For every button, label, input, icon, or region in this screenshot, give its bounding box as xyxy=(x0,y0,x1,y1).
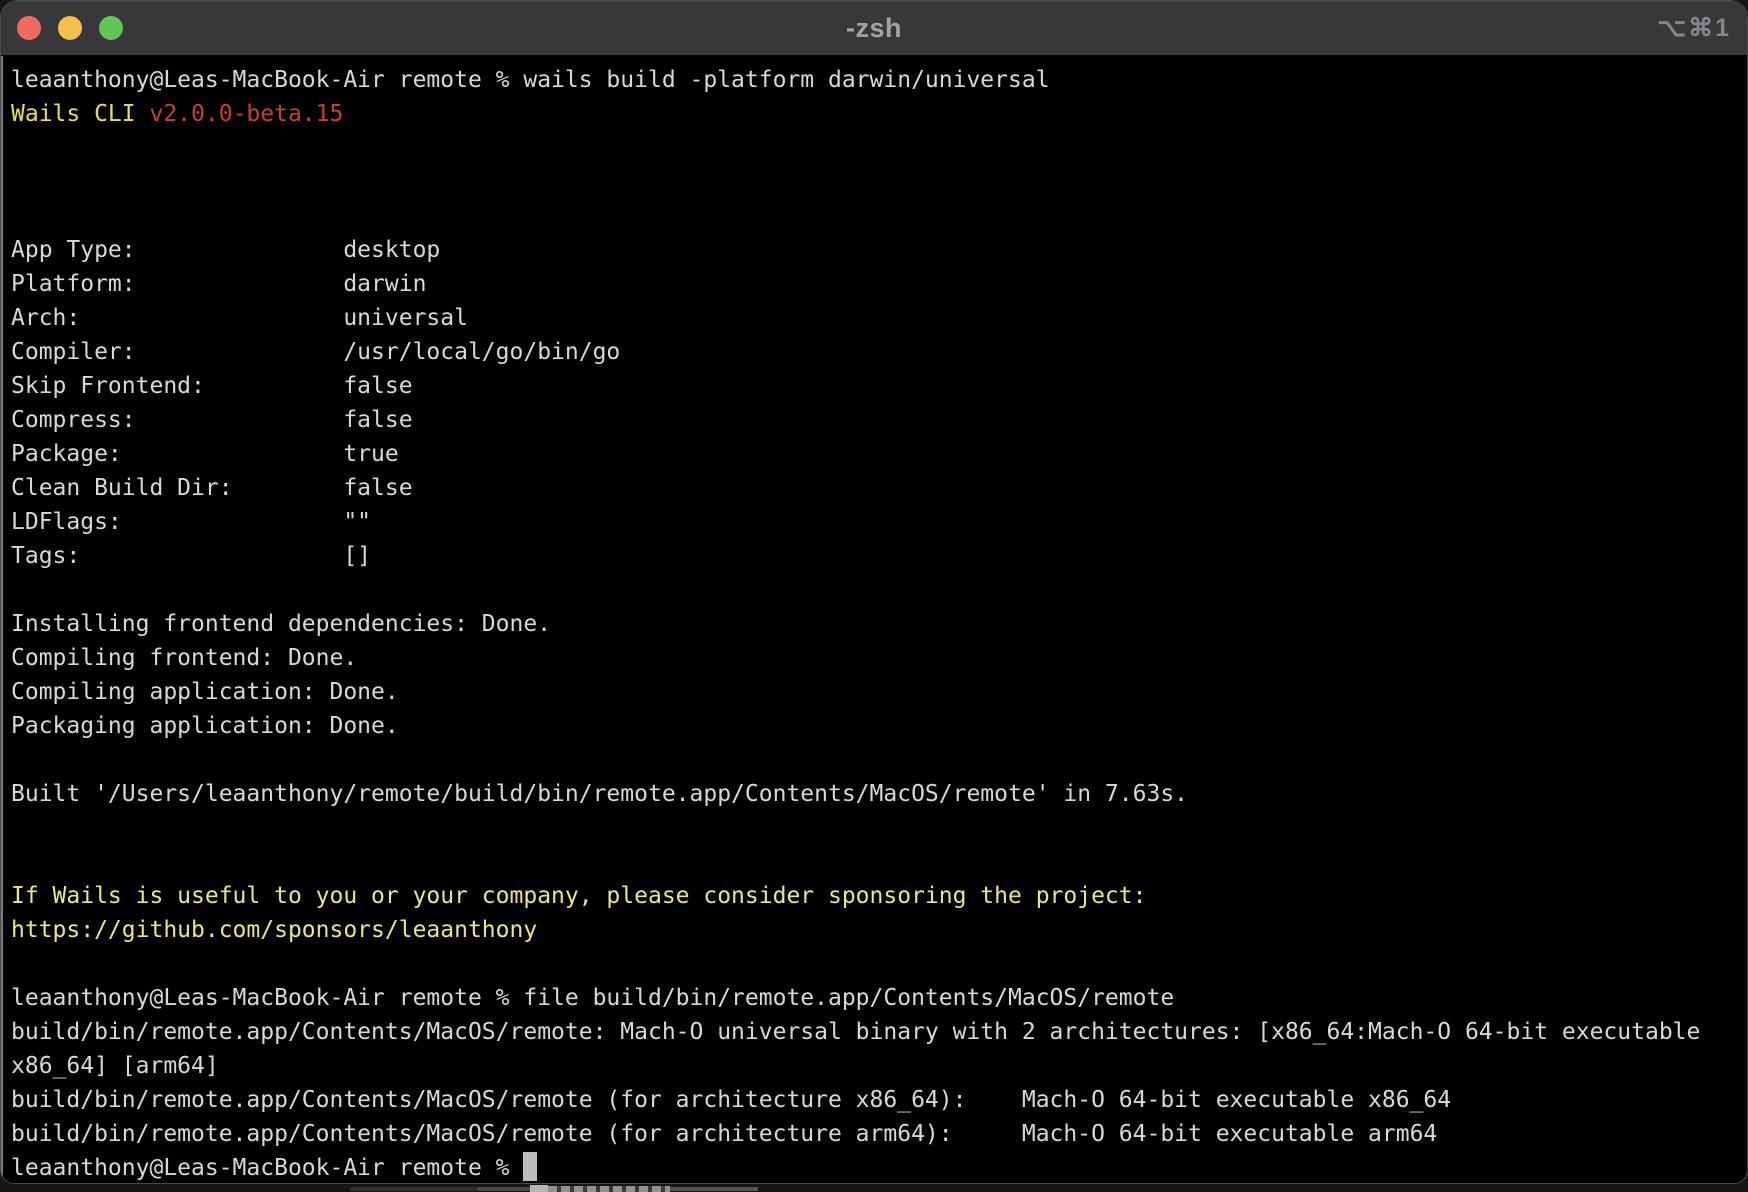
config-key: Tags: xyxy=(11,539,343,573)
close-button[interactable] xyxy=(17,16,41,40)
config-value: "" xyxy=(343,509,371,535)
terminal-line: build/bin/remote.app/Contents/MacOS/remo… xyxy=(11,1117,1741,1151)
terminal-line: Clean Build Dir:false xyxy=(11,471,1741,505)
background-window-fragment xyxy=(350,1187,478,1191)
config-key: Package: xyxy=(11,437,343,471)
config-value: universal xyxy=(343,305,468,331)
config-value: darwin xyxy=(343,271,426,297)
terminal-text: If Wails is useful to you or your compan… xyxy=(11,883,1146,909)
background-window-fragment xyxy=(530,1185,548,1192)
config-key: Compress: xyxy=(11,403,343,437)
config-value: false xyxy=(343,373,412,399)
terminal-line: Wails CLI v2.0.0-beta.15 xyxy=(11,97,1741,131)
terminal-text: leaanthony@Leas-MacBook-Air remote % xyxy=(11,1155,523,1181)
background-window-fragment xyxy=(478,1187,530,1191)
terminal-cursor xyxy=(523,1152,537,1181)
terminal-line: Skip Frontend:false xyxy=(11,369,1741,403)
terminal-line: build/bin/remote.app/Contents/MacOS/remo… xyxy=(11,1083,1741,1117)
terminal-content[interactable]: leaanthony@Leas-MacBook-Air remote % wai… xyxy=(1,56,1747,1184)
terminal-line: leaanthony@Leas-MacBook-Air remote % wai… xyxy=(11,63,1741,97)
sponsor-message-line: If Wails is useful to you or your compan… xyxy=(11,879,1741,913)
sponsor-url-line: https://github.com/sponsors/leaanthony xyxy=(11,913,1741,947)
terminal-line xyxy=(11,199,1741,233)
terminal-line xyxy=(11,131,1741,165)
config-key: Skip Frontend: xyxy=(11,369,343,403)
window-shortcut-badge: ⌥⌘1 xyxy=(1657,13,1731,43)
window-titlebar[interactable]: -zsh ⌥⌘1 xyxy=(1,1,1747,56)
terminal-line: Package:true xyxy=(11,437,1741,471)
terminal-line: Compiler:/usr/local/go/bin/go xyxy=(11,335,1741,369)
terminal-text: build/bin/remote.app/Contents/MacOS/remo… xyxy=(11,1087,1451,1113)
terminal-text: build/bin/remote.app/Contents/MacOS/remo… xyxy=(11,1019,1700,1045)
background-window-fragment xyxy=(548,1186,670,1192)
terminal-text: Installing frontend dependencies: Done. xyxy=(11,611,551,637)
config-key: Arch: xyxy=(11,301,343,335)
terminal-line: App Type:desktop xyxy=(11,233,1741,267)
terminal-text: Packaging application: Done. xyxy=(11,713,399,739)
config-key: LDFlags: xyxy=(11,505,343,539)
config-value: desktop xyxy=(343,237,440,263)
terminal-line: LDFlags:"" xyxy=(11,505,1741,539)
terminal-text: x86_64] [arm64] xyxy=(11,1053,219,1079)
terminal-text: leaanthony@Leas-MacBook-Air remote % wai… xyxy=(11,67,1050,93)
terminal-line: build/bin/remote.app/Contents/MacOS/remo… xyxy=(11,1015,1741,1049)
config-value: true xyxy=(343,441,398,467)
terminal-line: x86_64] [arm64] xyxy=(11,1049,1741,1083)
terminal-line: Built '/Users/leaanthony/remote/build/bi… xyxy=(11,777,1741,811)
terminal-text: Compiling frontend: Done. xyxy=(11,645,357,671)
terminal-line: Compiling frontend: Done. xyxy=(11,641,1741,675)
wails-cli-label: Wails CLI xyxy=(11,101,149,127)
terminal-line xyxy=(11,811,1741,845)
terminal-line: Compiling application: Done. xyxy=(11,675,1741,709)
config-value: [] xyxy=(343,543,371,569)
config-key: Platform: xyxy=(11,267,343,301)
terminal-text: leaanthony@Leas-MacBook-Air remote % fil… xyxy=(11,985,1174,1011)
terminal-line: Installing frontend dependencies: Done. xyxy=(11,607,1741,641)
config-key: Compiler: xyxy=(11,335,343,369)
traffic-lights xyxy=(17,1,123,55)
terminal-line xyxy=(11,947,1741,981)
minimize-button[interactable] xyxy=(58,16,82,40)
terminal-window: -zsh ⌥⌘1 leaanthony@Leas-MacBook-Air rem… xyxy=(0,0,1748,1184)
terminal-line: leaanthony@Leas-MacBook-Air remote % fil… xyxy=(11,981,1741,1015)
terminal-line: Arch:universal xyxy=(11,301,1741,335)
active-prompt-line: leaanthony@Leas-MacBook-Air remote % xyxy=(11,1151,1741,1184)
terminal-line xyxy=(11,845,1741,879)
config-key: App Type: xyxy=(11,233,343,267)
background-window-fragment xyxy=(670,1187,758,1191)
config-value: /usr/local/go/bin/go xyxy=(343,339,620,365)
config-value: false xyxy=(343,407,412,433)
terminal-line: Platform:darwin xyxy=(11,267,1741,301)
zoom-button[interactable] xyxy=(99,16,123,40)
config-value: false xyxy=(343,475,412,501)
terminal-line xyxy=(11,573,1741,607)
terminal-line xyxy=(11,165,1741,199)
terminal-line: Tags:[] xyxy=(11,539,1741,573)
terminal-line: Packaging application: Done. xyxy=(11,709,1741,743)
terminal-line: Compress:false xyxy=(11,403,1741,437)
terminal-text: Built '/Users/leaanthony/remote/build/bi… xyxy=(11,781,1188,807)
sponsor-url[interactable]: https://github.com/sponsors/leaanthony xyxy=(11,917,537,943)
terminal-text: Compiling application: Done. xyxy=(11,679,399,705)
window-title: -zsh xyxy=(846,13,902,44)
terminal-line xyxy=(11,743,1741,777)
config-key: Clean Build Dir: xyxy=(11,471,343,505)
terminal-text: build/bin/remote.app/Contents/MacOS/remo… xyxy=(11,1121,1437,1147)
background-window-sliver xyxy=(350,1185,770,1192)
wails-version: v2.0.0-beta.15 xyxy=(149,101,343,127)
